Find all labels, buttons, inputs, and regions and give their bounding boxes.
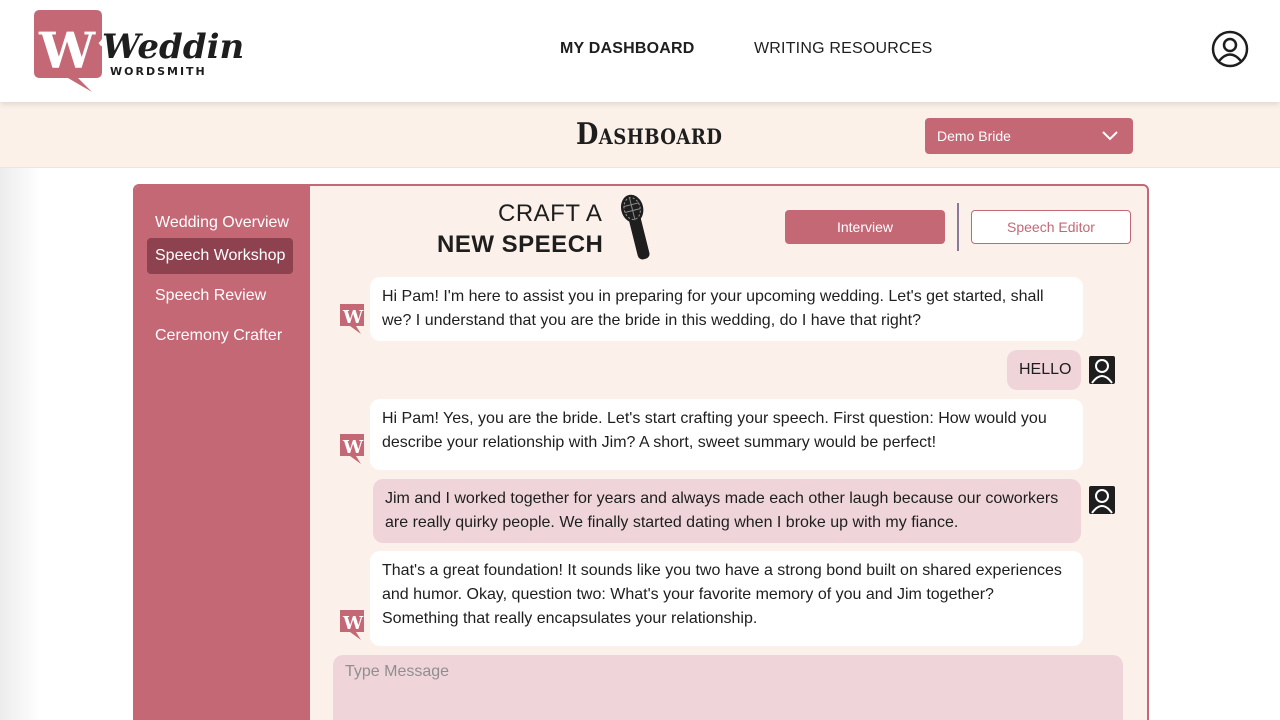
assistant-message: Hi Pam! Yes, you are the bride. Let's st… bbox=[370, 399, 1083, 470]
interview-button[interactable]: Interview bbox=[785, 210, 945, 244]
sidebar-item-speech-review[interactable]: Speech Review bbox=[147, 278, 293, 314]
person-icon bbox=[1089, 356, 1115, 384]
wordsmith-logo-icon: W bbox=[340, 610, 364, 640]
person-icon bbox=[1089, 486, 1115, 514]
heading-new-speech: NEW SPEECH bbox=[437, 231, 604, 258]
page-edge-shadow bbox=[0, 168, 40, 720]
speech-editor-button[interactable]: Speech Editor bbox=[971, 210, 1131, 244]
user-select-dropdown[interactable]: Demo Bride bbox=[925, 118, 1133, 154]
wordsmith-logo-icon: W bbox=[340, 434, 364, 464]
top-navigation-bar: W” Wedding WORDSMITH MY DASHBOARD WRITIN… bbox=[0, 0, 1280, 102]
svg-text:W: W bbox=[342, 437, 364, 458]
logo-subtitle: WORDSMITH bbox=[110, 65, 207, 78]
assistant-message: Hi Pam! I'm here to assist you in prepar… bbox=[370, 277, 1083, 341]
heading-craft-a: CRAFT A bbox=[498, 200, 603, 227]
svg-text:W: W bbox=[342, 613, 364, 634]
message-input[interactable] bbox=[333, 655, 1123, 720]
assistant-message: That's a great foundation! It sounds lik… bbox=[370, 551, 1083, 646]
sidebar: Wedding Overview Speech Workshop Speech … bbox=[135, 186, 310, 720]
user-message: HELLO bbox=[1007, 350, 1081, 390]
user-select-value: Demo Bride bbox=[937, 128, 1011, 144]
nav-writing-resources[interactable]: WRITING RESOURCES bbox=[754, 40, 933, 58]
page-title: Dashboard bbox=[576, 117, 723, 152]
sidebar-item-ceremony-crafter[interactable]: Ceremony Crafter bbox=[147, 318, 293, 354]
sidebar-item-speech-workshop[interactable]: Speech Workshop bbox=[147, 238, 293, 274]
button-divider bbox=[957, 203, 959, 251]
microphone-icon bbox=[620, 194, 650, 260]
wordsmith-logo-icon: W bbox=[340, 304, 364, 334]
logo-wordmark: Wedding bbox=[102, 27, 242, 67]
nav-my-dashboard[interactable]: MY DASHBOARD bbox=[560, 40, 695, 58]
sidebar-item-wedding-overview[interactable]: Wedding Overview bbox=[147, 205, 293, 241]
user-message: Jim and I worked together for years and … bbox=[373, 479, 1081, 543]
svg-text:W: W bbox=[342, 307, 364, 328]
chevron-down-icon bbox=[1102, 131, 1118, 141]
wedding-wordsmith-logo[interactable]: W” Wedding WORDSMITH bbox=[32, 6, 242, 94]
user-circle-icon[interactable] bbox=[1211, 30, 1249, 68]
